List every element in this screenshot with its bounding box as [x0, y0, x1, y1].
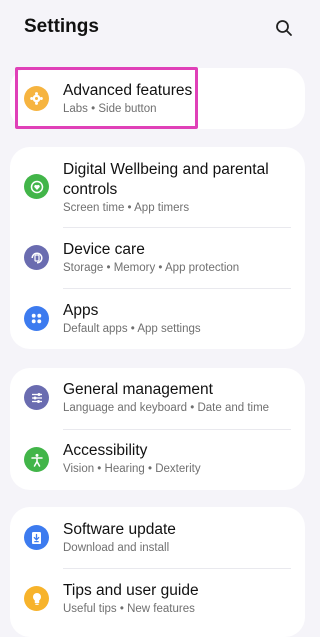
- setting-accessibility[interactable]: Accessibility Vision • Hearing • Dexteri…: [10, 429, 305, 490]
- page-title: Settings: [24, 16, 99, 37]
- setting-tips-user-guide[interactable]: Tips and user guide Useful tips • New fe…: [10, 568, 305, 629]
- setting-subtitle: Storage • Memory • App protection: [63, 262, 240, 274]
- setting-digital-wellbeing[interactable]: Digital Wellbeing and parental controls …: [10, 147, 305, 227]
- setting-subtitle: Screen time • App timers: [63, 202, 190, 214]
- device-care-icon: [24, 245, 49, 270]
- setting-title: Advanced features: [63, 82, 193, 99]
- accessibility-person-icon: [24, 447, 49, 472]
- settings-group-3: General management Language and keyboard…: [10, 368, 305, 490]
- setting-subtitle: Labs • Side button: [63, 103, 157, 115]
- setting-device-care[interactable]: Device care Storage • Memory • App prote…: [10, 227, 305, 288]
- setting-title: Tips and user guide: [63, 582, 199, 599]
- lightbulb-icon: [24, 586, 49, 611]
- setting-general-management[interactable]: General management Language and keyboard…: [10, 368, 305, 429]
- setting-subtitle: Default apps • App settings: [63, 323, 201, 335]
- settings-group-4: Software update Download and install Tip…: [10, 507, 305, 637]
- settings-group-2: Digital Wellbeing and parental controls …: [10, 147, 305, 349]
- setting-advanced-features[interactable]: Advanced features Labs • Side button: [10, 68, 305, 129]
- star-gear-icon: [24, 86, 49, 111]
- setting-subtitle: Useful tips • New features: [63, 603, 195, 615]
- top-bar: Settings: [0, 0, 315, 56]
- search-button[interactable]: [270, 14, 298, 42]
- heart-icon: [24, 174, 49, 199]
- setting-subtitle: Vision • Hearing • Dexterity: [63, 463, 201, 475]
- sliders-icon: [24, 385, 49, 410]
- setting-subtitle: Language and keyboard • Date and time: [63, 402, 270, 414]
- settings-group-1: Advanced features Labs • Side button: [10, 68, 305, 129]
- setting-apps[interactable]: Apps Default apps • App settings: [10, 288, 305, 349]
- setting-title: Software update: [63, 521, 176, 538]
- setting-title: Apps: [63, 302, 99, 319]
- setting-title: Digital Wellbeing and parental controls: [63, 161, 269, 198]
- setting-title: Device care: [63, 241, 145, 258]
- search-icon: [276, 20, 292, 36]
- download-icon: [24, 525, 49, 550]
- setting-title: General management: [63, 381, 213, 398]
- apps-grid-icon: [24, 306, 49, 331]
- setting-title: Accessibility: [63, 442, 148, 459]
- setting-subtitle: Download and install: [63, 542, 170, 554]
- setting-software-update[interactable]: Software update Download and install: [10, 507, 305, 568]
